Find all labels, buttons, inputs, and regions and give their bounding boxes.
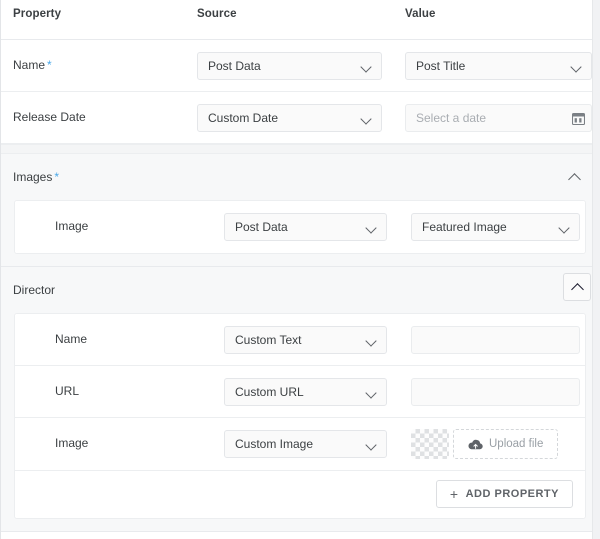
group-title: Director [13, 283, 56, 297]
source-select-director-url[interactable]: Custom URL [224, 378, 387, 406]
group-title: Images * [13, 170, 60, 184]
group-body-director: Name Custom Text URL Custom URL Image Cu… [14, 313, 586, 519]
property-label: Name * [13, 58, 52, 72]
text-input-director-name[interactable] [411, 326, 580, 354]
group-director: Director Name Custom Text URL Custom URL [0, 267, 600, 532]
value-select-images-image[interactable]: Featured Image [411, 213, 580, 241]
group-body-images: Image Post Data Featured Image [14, 200, 586, 254]
source-select-value: Custom Image [235, 437, 314, 451]
source-select-images-image[interactable]: Post Data [224, 213, 387, 241]
section-divider [0, 144, 600, 154]
group-images: Images * Image Post Data Featured Image [0, 154, 600, 267]
property-label: Release Date [13, 110, 86, 124]
table-row: Release Date Custom Date Select a date [0, 92, 600, 144]
table-header: Property Source Value [0, 0, 600, 40]
value-select-name[interactable]: Post Title [405, 52, 592, 80]
chevron-down-icon [366, 438, 378, 450]
property-label: Image [55, 219, 89, 233]
chevron-down-icon [366, 334, 378, 346]
scrollbar-track[interactable] [592, 0, 600, 539]
chevron-down-icon [366, 386, 378, 398]
column-header-source: Source [197, 8, 237, 20]
add-property-button[interactable]: + ADD PROPERTY [435, 480, 573, 508]
calendar-icon[interactable] [572, 112, 585, 125]
group-header-director: Director [0, 267, 600, 313]
required-asterisk: * [47, 58, 52, 72]
source-select-director-name[interactable]: Custom Text [224, 326, 387, 354]
chevron-down-icon [366, 221, 378, 233]
value-select-value: Featured Image [422, 220, 507, 234]
upload-file-button[interactable]: Upload file [453, 429, 559, 459]
property-label: Image [55, 436, 89, 450]
chevron-down-icon [559, 221, 571, 233]
table-row: Image Post Data Featured Image [15, 201, 585, 253]
source-select-value: Post Data [208, 59, 261, 73]
column-header-property: Property [13, 8, 62, 20]
source-select-release-date[interactable]: Custom Date [197, 104, 382, 132]
source-select-value: Post Data [235, 220, 288, 234]
table-row: URL Custom URL [15, 366, 585, 418]
date-input-release-date[interactable]: Select a date [405, 104, 592, 132]
property-mapping-panel: Property Source Value Name * Post Data Po… [0, 0, 600, 539]
cloud-upload-icon [468, 439, 483, 450]
table-row: Name Custom Text [15, 314, 585, 366]
source-select-value: Custom URL [235, 385, 304, 399]
chevron-up-icon[interactable] [563, 273, 591, 301]
upload-file-label: Upload file [489, 438, 544, 450]
source-select-value: Custom Text [235, 333, 302, 347]
chevron-down-icon [361, 60, 373, 72]
property-label: Name [55, 332, 88, 346]
value-select-value: Post Title [416, 59, 466, 73]
chevron-down-icon [571, 60, 583, 72]
image-thumbnail-placeholder[interactable] [411, 429, 449, 459]
source-select-value: Custom Date [208, 111, 279, 125]
image-upload-control: Upload file [411, 429, 559, 459]
date-input-placeholder: Select a date [416, 111, 487, 125]
plus-icon: + [449, 486, 459, 502]
table-row: Image Custom Image Upload file [15, 418, 585, 471]
source-select-director-image[interactable]: Custom Image [224, 430, 387, 458]
source-select-name[interactable]: Post Data [197, 52, 382, 80]
property-label: URL [55, 384, 80, 398]
chevron-up-icon[interactable] [566, 168, 584, 186]
text-input-director-url[interactable] [411, 378, 580, 406]
table-row: Name * Post Data Post Title [0, 40, 600, 92]
chevron-down-icon [361, 112, 373, 124]
group-header-images: Images * [0, 154, 600, 200]
column-header-value: Value [405, 8, 436, 20]
add-property-row: + ADD PROPERTY [15, 471, 585, 518]
required-asterisk: * [54, 170, 60, 184]
add-property-label: ADD PROPERTY [465, 488, 559, 500]
